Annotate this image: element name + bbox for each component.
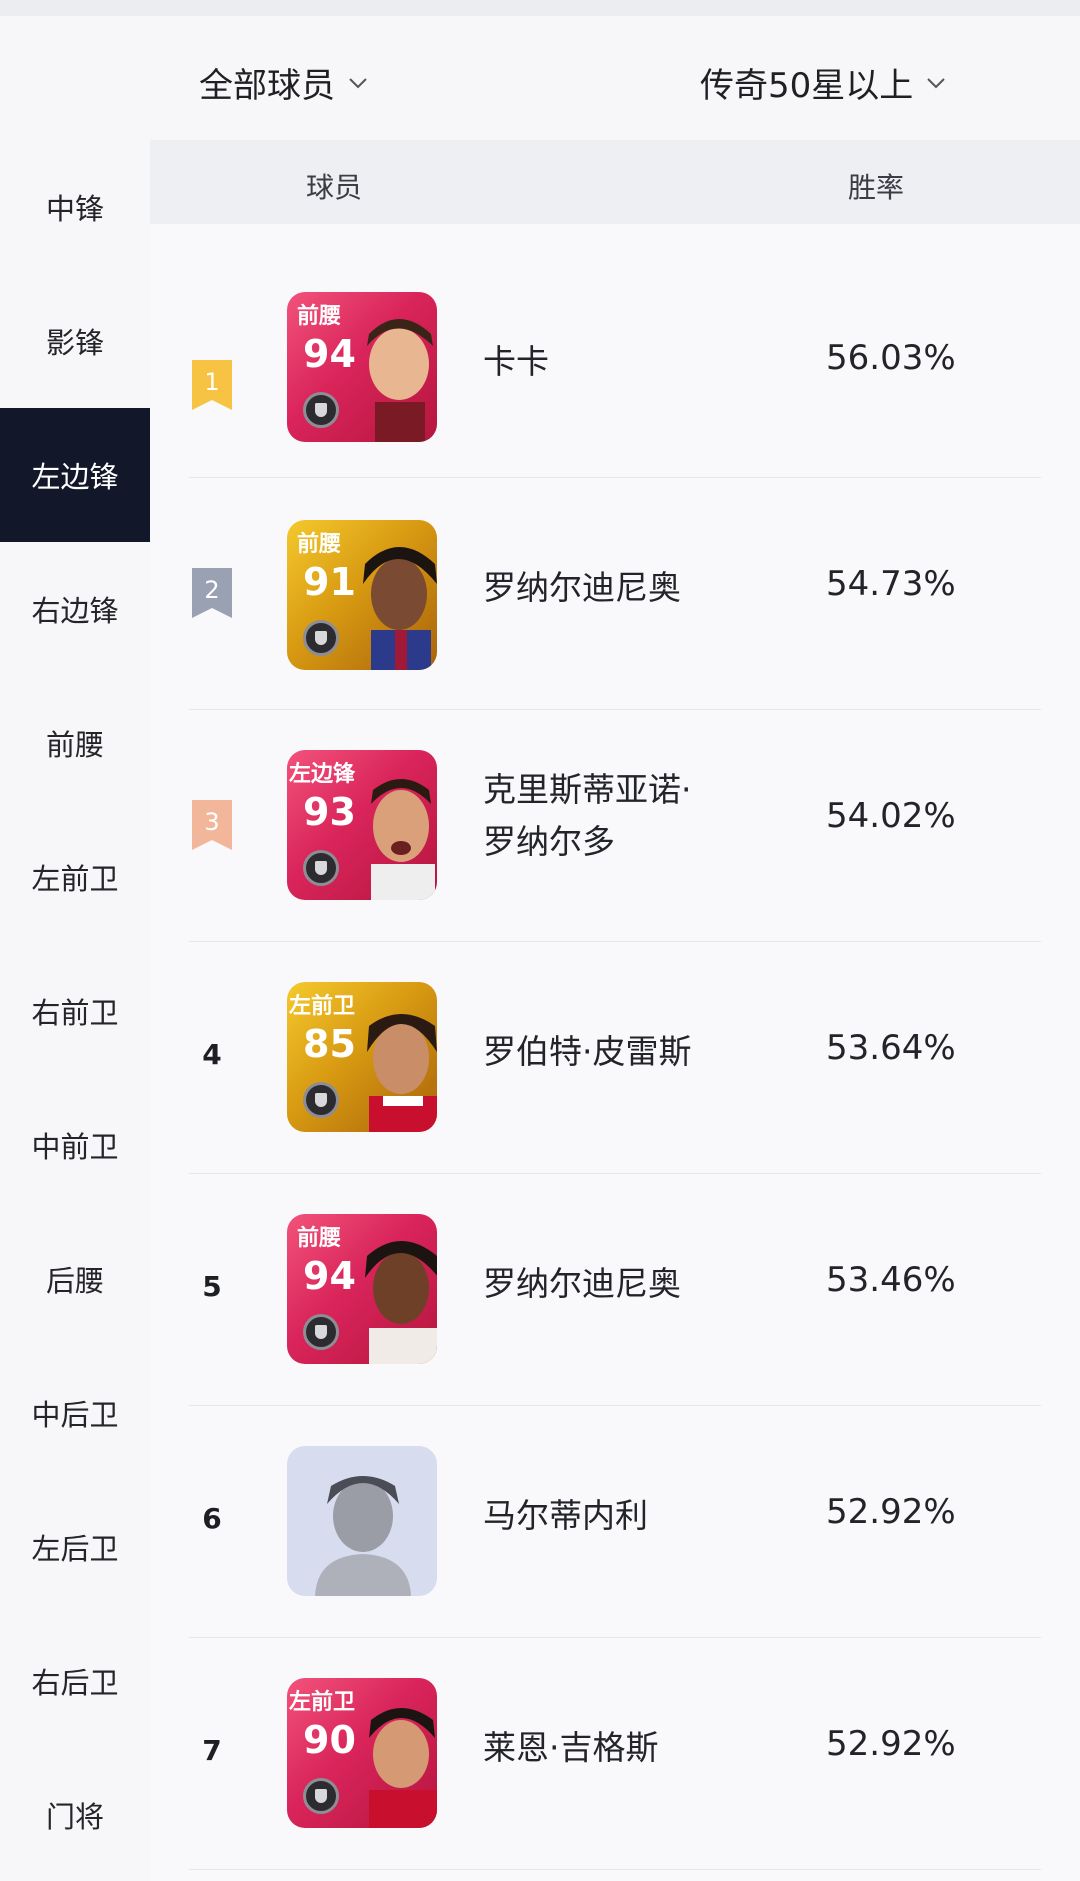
player-portrait-icon xyxy=(365,1241,437,1364)
filter-bar: 全部球员 传奇50星以上 xyxy=(0,16,1080,140)
player-card: 左边锋 93 xyxy=(287,750,437,900)
column-header-winrate: 胜率 xyxy=(848,171,905,204)
sidebar-item-left-wing[interactable]: 左边锋 xyxy=(0,408,150,542)
column-header-player: 球员 xyxy=(306,171,363,204)
card-position: 左前卫 xyxy=(289,994,356,1019)
win-rate: 53.64% xyxy=(826,1028,956,1068)
player-card: 左前卫 90 xyxy=(287,1678,437,1828)
table-header: 球员 胜率 xyxy=(150,140,1080,224)
sidebar-item-right-back[interactable]: 右后卫 xyxy=(0,1614,150,1748)
card-position: 左前卫 xyxy=(289,1690,356,1715)
sidebar-item-left-back[interactable]: 左后卫 xyxy=(0,1480,150,1614)
card-emblem-icon xyxy=(303,850,339,886)
player-filter-dropdown[interactable]: 全部球员 xyxy=(199,58,369,107)
sidebar-item-label: 后腰 xyxy=(45,1264,104,1298)
sidebar-item-label: 中前卫 xyxy=(31,1130,119,1164)
sidebar-item-label: 中后卫 xyxy=(31,1398,119,1432)
player-portrait-icon xyxy=(369,1708,437,1828)
rank-badge-gold: 1 xyxy=(192,360,232,410)
player-card: 前腰 91 xyxy=(287,520,437,670)
win-rate: 53.46% xyxy=(826,1260,956,1300)
card-emblem-icon xyxy=(303,620,339,656)
chevron-down-icon xyxy=(927,77,945,88)
card-position: 前腰 xyxy=(297,1226,342,1251)
card-position: 前腰 xyxy=(297,304,342,329)
rank-number: 5 xyxy=(202,1270,222,1303)
player-portrait-icon xyxy=(367,319,433,442)
card-emblem-icon xyxy=(303,1082,339,1118)
win-rate: 54.73% xyxy=(826,564,956,604)
player-name-line1: 克里斯蒂亚诺· xyxy=(483,770,692,809)
level-filter-dropdown[interactable]: 传奇50星以上 xyxy=(700,58,947,107)
rank-badge-bronze: 3 xyxy=(192,800,232,850)
rank-number: 3 xyxy=(204,808,220,836)
sidebar-item-defensive-mid[interactable]: 后腰 xyxy=(0,1212,150,1346)
sidebar-item-center-back[interactable]: 中后卫 xyxy=(0,1346,150,1480)
table-row[interactable]: 2 前腰 91 罗纳尔迪尼奥 54.73% xyxy=(189,478,1041,710)
sidebar-item-goalkeeper[interactable]: 门将 xyxy=(0,1748,150,1881)
player-portrait-icon xyxy=(367,1014,437,1132)
sidebar-item-center-mid[interactable]: 中前卫 xyxy=(0,1078,150,1212)
sidebar-item-right-wing[interactable]: 右边锋 xyxy=(0,542,150,676)
rank-number: 6 xyxy=(202,1502,222,1535)
table-row[interactable]: 4 左前卫 85 罗伯特·皮雷斯 53.64% xyxy=(189,942,1041,1174)
table-row[interactable]: 6 马尔蒂内利 52.92% xyxy=(189,1406,1041,1638)
win-rate: 54.02% xyxy=(826,796,956,836)
player-name: 罗纳尔迪尼奥 xyxy=(483,568,681,607)
level-filter-label: 传奇50星以上 xyxy=(700,66,914,106)
position-sidebar: 中锋 影锋 左边锋 右边锋 前腰 左前卫 右前卫 中前卫 后腰 中后卫 左后卫 … xyxy=(0,140,150,1881)
player-name: 卡卡 xyxy=(483,342,549,381)
avatar-placeholder-icon xyxy=(315,1476,411,1596)
rank-number: 7 xyxy=(202,1734,222,1767)
rank-number: 4 xyxy=(202,1038,222,1071)
card-emblem-icon xyxy=(303,1778,339,1814)
sidebar-item-attacking-mid[interactable]: 前腰 xyxy=(0,676,150,810)
table-row[interactable]: 5 前腰 94 罗纳尔迪尼奥 53.46% xyxy=(189,1174,1041,1406)
win-rate: 52.92% xyxy=(826,1724,956,1764)
sidebar-item-label: 左边锋 xyxy=(31,460,119,494)
sidebar-item-label: 左前卫 xyxy=(31,862,119,896)
player-card: 前腰 94 xyxy=(287,292,437,442)
player-name: 马尔蒂内利 xyxy=(483,1496,648,1535)
card-emblem-icon xyxy=(303,1314,339,1350)
sidebar-item-right-mid[interactable]: 右前卫 xyxy=(0,944,150,1078)
ranking-table: 球员 胜率 1 前腰 94 卡卡 56.03% 2 前腰 91 罗纳尔迪尼奥 5… xyxy=(150,140,1080,1881)
status-strip xyxy=(0,0,1080,16)
card-position: 左边锋 xyxy=(289,762,356,787)
player-name-line2: 罗纳尔多 xyxy=(483,822,615,861)
sidebar-item-label: 右边锋 xyxy=(31,594,119,628)
table-row[interactable]: 1 前腰 94 卡卡 56.03% xyxy=(189,246,1041,478)
win-rate: 52.92% xyxy=(826,1492,956,1532)
player-card-placeholder xyxy=(287,1446,437,1596)
player-name: 莱恩·吉格斯 xyxy=(483,1728,659,1767)
sidebar-item-left-mid[interactable]: 左前卫 xyxy=(0,810,150,944)
player-portrait-icon xyxy=(363,547,437,670)
sidebar-item-label: 门将 xyxy=(45,1800,104,1834)
sidebar-item-label: 前腰 xyxy=(45,728,104,762)
sidebar-item-label: 影锋 xyxy=(45,326,104,360)
rank-number: 1 xyxy=(204,368,220,396)
table-row[interactable]: 7 左前卫 90 莱恩·吉格斯 52.92% xyxy=(189,1638,1041,1870)
sidebar-item-label: 左后卫 xyxy=(31,1532,119,1566)
player-card: 前腰 94 xyxy=(287,1214,437,1364)
sidebar-item-label: 右前卫 xyxy=(31,996,119,1030)
card-emblem-icon xyxy=(303,392,339,428)
table-row[interactable]: 3 左边锋 93 克里斯蒂亚诺· 罗纳尔多 54.02% xyxy=(189,710,1041,942)
sidebar-item-second-striker[interactable]: 影锋 xyxy=(0,274,150,408)
rank-number: 2 xyxy=(204,576,220,604)
rank-badge-silver: 2 xyxy=(192,568,232,618)
player-filter-label: 全部球员 xyxy=(199,66,335,106)
player-name: 罗伯特·皮雷斯 xyxy=(483,1032,692,1071)
sidebar-item-label: 中锋 xyxy=(45,192,104,226)
card-position: 前腰 xyxy=(297,532,342,557)
win-rate: 56.03% xyxy=(826,338,956,378)
player-portrait-icon xyxy=(371,779,435,900)
player-card: 左前卫 85 xyxy=(287,982,437,1132)
player-name: 罗纳尔迪尼奥 xyxy=(483,1264,681,1303)
chevron-down-icon xyxy=(349,77,367,88)
sidebar-item-striker[interactable]: 中锋 xyxy=(0,140,150,274)
sidebar-item-label: 右后卫 xyxy=(31,1666,119,1700)
